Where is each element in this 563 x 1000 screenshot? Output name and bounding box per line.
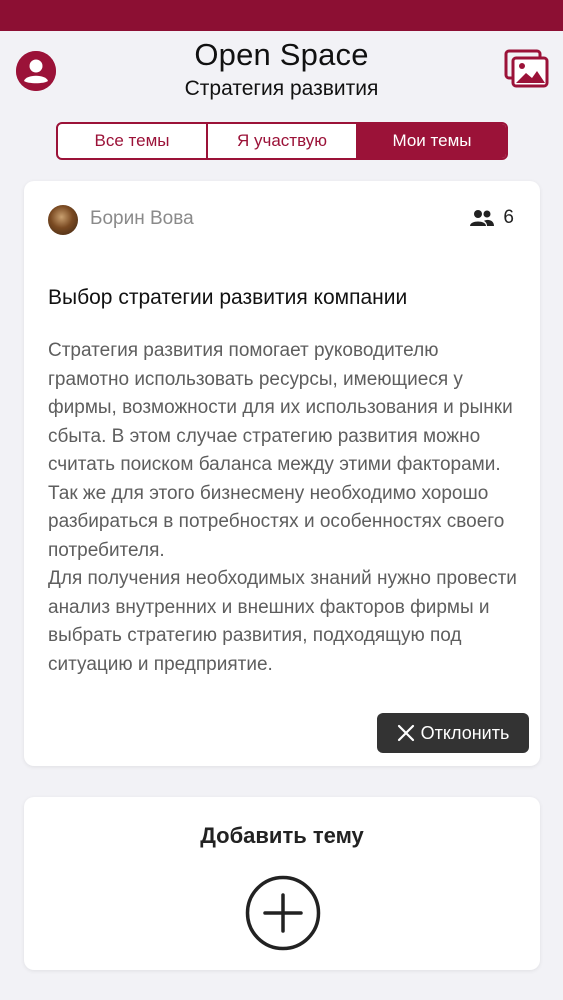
people-icon: [470, 210, 495, 226]
topic-description: Стратегия развития помогает руководителю…: [48, 340, 517, 675]
participants-count: 6: [503, 207, 514, 228]
decline-button[interactable]: Отклонить: [377, 713, 529, 753]
app-title: Open Space: [194, 37, 369, 72]
decline-button-label: Отклонить: [420, 722, 510, 743]
status-bar: [0, 0, 563, 31]
header: Open Space Стратегия развития Все темы Я…: [0, 31, 563, 171]
author-avatar: [48, 205, 78, 235]
page-subtitle: Стратегия развития: [184, 77, 379, 100]
participants-indicator: 6: [469, 207, 514, 229]
topic-title: Выбор стратегии развития компании: [48, 286, 408, 309]
topic-card: Борин Вова 6 Выбор стратегии развития ко…: [24, 181, 540, 766]
tab-participating[interactable]: Я участвую: [206, 124, 356, 158]
author-name: Борин Вова: [90, 208, 194, 229]
gallery-button[interactable]: [504, 49, 550, 89]
images-icon: [504, 49, 549, 88]
plus-circle-icon: [245, 875, 321, 951]
add-topic-card[interactable]: Добавить тему: [24, 797, 540, 970]
add-topic-button[interactable]: [245, 875, 321, 951]
close-icon: [397, 724, 414, 742]
add-topic-label: Добавить тему: [200, 823, 364, 848]
tab-all-topics[interactable]: Все темы: [58, 124, 206, 158]
tab-my-topics[interactable]: Мои темы: [356, 124, 506, 158]
topic-filter-tabs: Все темы Я участвую Мои темы: [56, 122, 508, 160]
